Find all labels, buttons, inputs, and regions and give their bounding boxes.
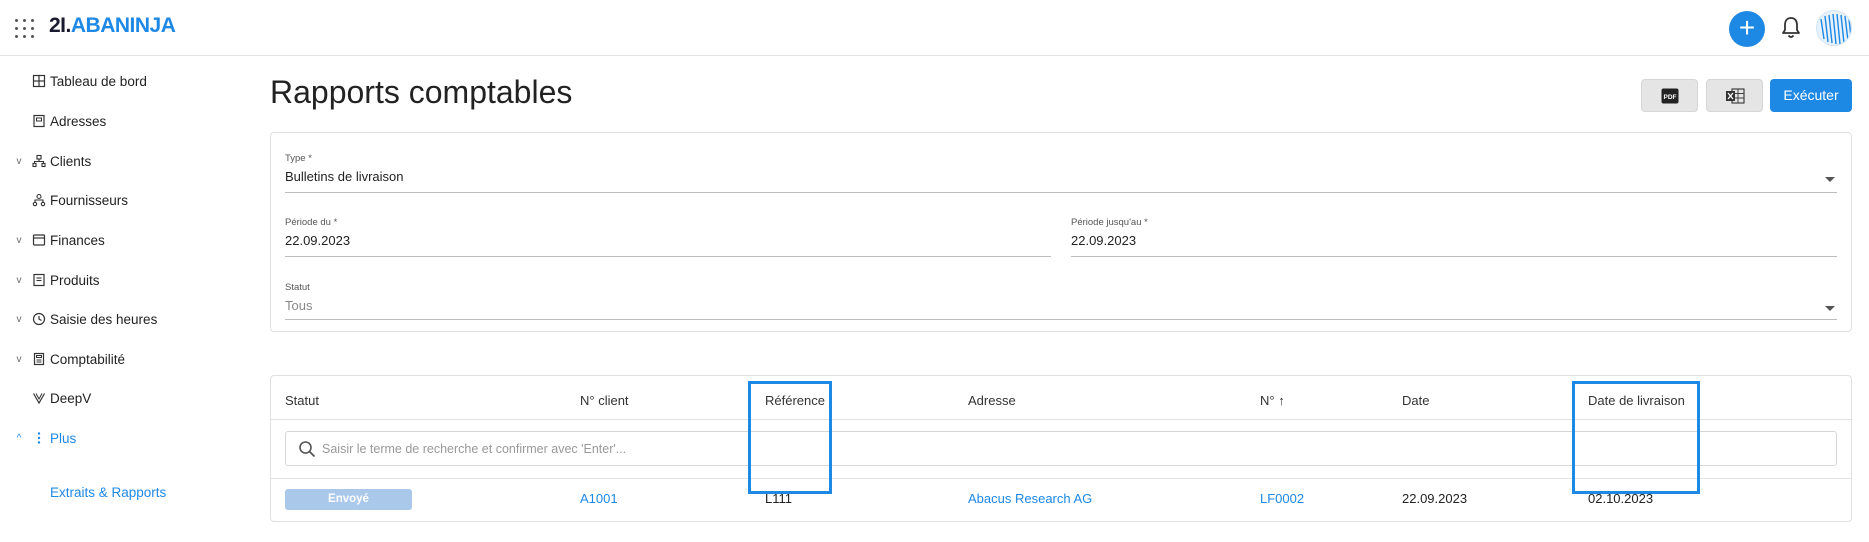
sidebar-item-deepv[interactable]: DeepV bbox=[0, 384, 250, 412]
column-header-date[interactable]: Date bbox=[1402, 393, 1429, 408]
dashboard-icon bbox=[32, 74, 46, 88]
sidebar-item-suppliers[interactable]: Fournisseurs bbox=[0, 186, 250, 214]
more-vertical-icon bbox=[37, 432, 41, 444]
column-header-client-no[interactable]: N° client bbox=[580, 393, 629, 408]
clock-icon bbox=[32, 312, 46, 326]
pdf-export-button[interactable]: PDF bbox=[1641, 79, 1698, 112]
search-icon bbox=[299, 441, 316, 458]
svg-text:PDF: PDF bbox=[1663, 94, 1676, 101]
sidebar-subitem-reports[interactable]: Extraits & Rapports bbox=[50, 485, 166, 500]
status-badge: Envoyé bbox=[285, 489, 412, 510]
sidebar-item-addresses[interactable]: Adresses bbox=[0, 107, 250, 135]
status-select[interactable]: Statut Tous bbox=[285, 282, 1837, 320]
sidebar-item-label: Produits bbox=[50, 272, 100, 288]
products-icon bbox=[33, 273, 45, 287]
sidebar-item-label: Plus bbox=[50, 430, 77, 446]
sidebar-item-label: Saisie des heures bbox=[50, 311, 158, 327]
sidebar-item-label: Finances bbox=[50, 232, 105, 248]
sidebar-item-accounting[interactable]: v Comptabilité bbox=[0, 345, 250, 373]
dropdown-caret-icon bbox=[1825, 177, 1835, 182]
period-to-field[interactable]: Période jusqu'au * 22.09.2023 bbox=[1071, 217, 1837, 257]
sort-ascending-icon: ↑ bbox=[1278, 393, 1285, 408]
address-book-icon bbox=[33, 114, 45, 128]
pdf-icon: PDF bbox=[1661, 88, 1678, 103]
results-table: Statut N° client Référence Adresse N° ↑ … bbox=[270, 375, 1852, 522]
accounting-icon bbox=[33, 352, 45, 366]
sidebar-item-dashboard[interactable]: Tableau de bord bbox=[0, 67, 250, 95]
reference-column-highlight bbox=[748, 381, 832, 494]
sidebar-item-label: DeepV bbox=[50, 390, 92, 406]
sidebar-item-label: Clients bbox=[50, 153, 92, 169]
dropdown-caret-icon bbox=[1825, 306, 1835, 311]
sidebar-item-products[interactable]: v Produits bbox=[0, 266, 250, 294]
number-link[interactable]: LF0002 bbox=[1260, 491, 1304, 506]
add-button[interactable]: + bbox=[1729, 11, 1765, 47]
filter-form: Type * Bulletins de livraison Période du… bbox=[270, 132, 1852, 332]
app-logo[interactable]: 2I.ABANINJA bbox=[49, 14, 176, 38]
period-from-field[interactable]: Période du * 22.09.2023 bbox=[285, 217, 1051, 257]
column-header-status[interactable]: Statut bbox=[285, 393, 319, 408]
clients-icon bbox=[32, 154, 46, 168]
sidebar-item-finances[interactable]: v Finances bbox=[0, 226, 250, 254]
excel-export-button[interactable] bbox=[1706, 79, 1763, 112]
avatar-pattern-icon bbox=[1820, 13, 1851, 45]
run-button[interactable]: Exécuter bbox=[1770, 79, 1852, 112]
delivery-date-column-highlight bbox=[1572, 381, 1700, 494]
finance-icon bbox=[32, 234, 46, 246]
excel-icon bbox=[1725, 87, 1745, 104]
top-bar: 2I.ABANINJA + bbox=[0, 0, 1869, 56]
sidebar: Tableau de bord Adresses v Clients Fourn… bbox=[0, 57, 250, 542]
column-header-number[interactable]: N° ↑ bbox=[1260, 393, 1285, 408]
deepv-icon bbox=[32, 393, 46, 405]
suppliers-icon bbox=[32, 193, 46, 207]
type-select[interactable]: Type * Bulletins de livraison bbox=[285, 153, 1837, 193]
sidebar-item-clients[interactable]: v Clients bbox=[0, 147, 250, 175]
sidebar-item-time-tracking[interactable]: v Saisie des heures bbox=[0, 305, 250, 333]
apps-grid-icon[interactable] bbox=[15, 19, 35, 39]
bell-icon[interactable] bbox=[1780, 15, 1802, 41]
date-cell: 22.09.2023 bbox=[1402, 491, 1468, 506]
sidebar-item-label: Fournisseurs bbox=[50, 192, 129, 208]
sidebar-item-label: Adresses bbox=[50, 113, 107, 129]
sidebar-item-label: Tableau de bord bbox=[50, 73, 147, 89]
sidebar-item-more[interactable]: ^ Plus bbox=[0, 424, 250, 452]
sidebar-item-label: Comptabilité bbox=[50, 351, 126, 367]
avatar[interactable] bbox=[1816, 10, 1852, 46]
page-title: Rapports comptables bbox=[270, 74, 573, 110]
address-link[interactable]: Abacus Research AG bbox=[968, 491, 1092, 506]
column-header-address[interactable]: Adresse bbox=[968, 393, 1016, 408]
client-no-link[interactable]: A1001 bbox=[580, 491, 618, 506]
